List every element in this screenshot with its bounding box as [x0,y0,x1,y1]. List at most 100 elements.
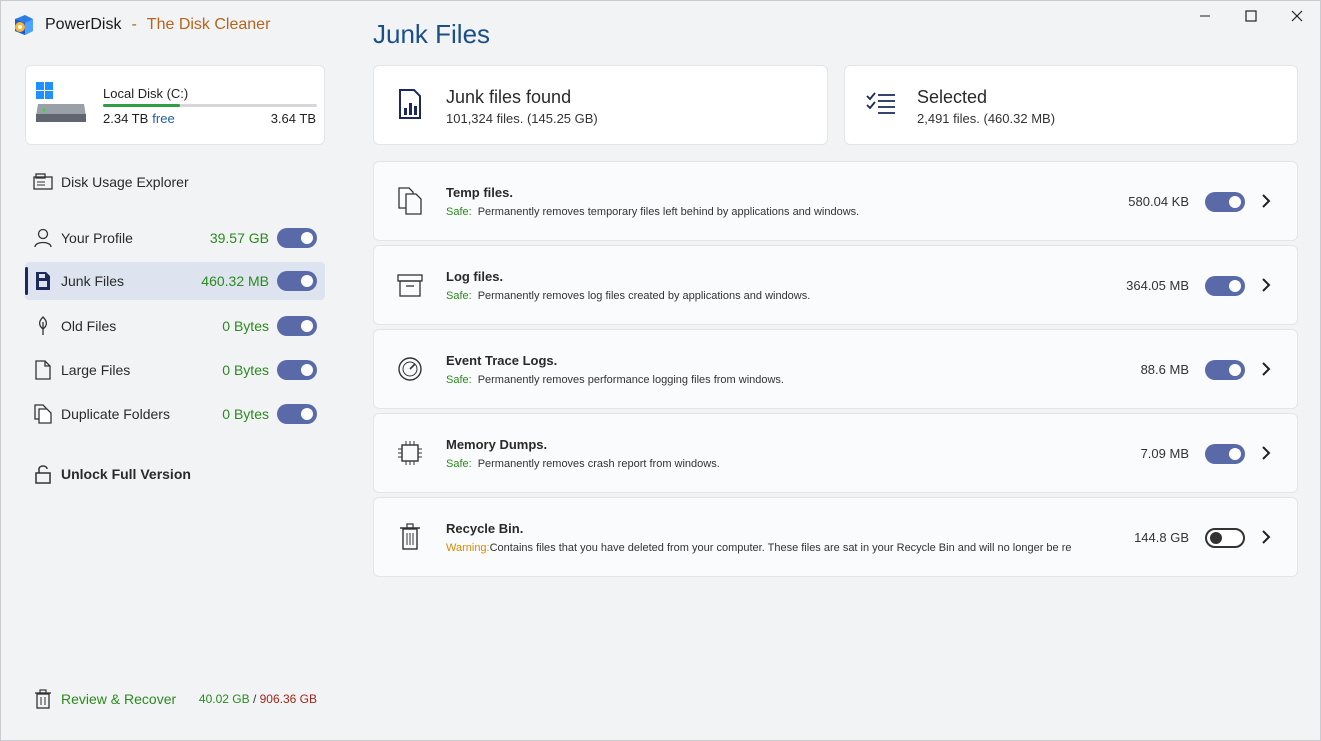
junk-row-size: 364.05 MB [1126,278,1189,293]
unlock-label: Unlock Full Version [61,466,191,482]
sidebar-item-old-files[interactable]: Old Files 0 Bytes [25,307,325,345]
large-files-toggle[interactable] [277,360,317,380]
junk-row-desc: Safe: Permanently removes temporary files… [446,206,1128,218]
sidebar-item-label: Junk Files [61,273,125,289]
minimize-icon [1200,15,1210,17]
sidebar-item-label: Your Profile [61,230,133,246]
review-label: Review & Recover [61,691,177,707]
sidebar-item-label: Old Files [61,318,117,334]
junk-row-title: Event Trace Logs. [446,353,558,368]
junk-row-size: 7.09 MB [1140,446,1189,461]
sidebar-item-junk-files[interactable]: Junk Files 460.32 MB [25,262,325,300]
log-files-toggle[interactable] [1205,276,1245,296]
disk-total: 3.64 TB [270,111,316,126]
junk-row-temp-files[interactable]: Temp files. Safe: Permanently removes tem… [373,161,1298,241]
junk-row-desc-text: Permanently removes crash report from wi… [477,458,720,470]
junk-found-sub: 101,324 files. (145.25 GB) [446,111,598,126]
duplicate-icon [33,404,53,424]
sidebar-item-size: 460.32 MB [201,273,269,289]
junk-row-title: Temp files. [446,185,513,200]
junk-row-desc: Warning:Contains files that you have del… [446,542,1128,554]
junk-row-status: Safe: [446,206,472,218]
app-brand: PowerDisk - The Disk Cleaner [11,11,270,39]
close-button[interactable] [1274,1,1320,31]
disk-free-word: free [152,111,175,126]
disk-free-value: 2.34 TB [103,111,149,126]
junk-row-desc: Safe: Permanently removes log files creat… [446,290,1128,302]
junk-row-desc: Safe: Permanently removes performance log… [446,374,1128,386]
junk-row-size: 580.04 KB [1128,194,1189,209]
junk-row-desc-text: Permanently removes temporary files left… [477,206,860,218]
report-icon [399,89,421,119]
junk-row-memory-dumps[interactable]: Memory Dumps. Safe: Permanently removes c… [373,413,1298,493]
review-recovered: 40.02 GB [198,692,250,706]
junk-files-toggle[interactable] [277,271,317,291]
junk-row-size: 88.6 MB [1140,362,1189,377]
file-icon [33,360,53,380]
junk-row-title: Recycle Bin. [446,521,524,536]
chevron-right-icon[interactable] [1259,190,1273,212]
selected-title: Selected [917,87,988,107]
disk-usage-bar [103,104,317,107]
sidebar-item-label: Disk Usage Explorer [61,174,189,190]
junk-row-event-trace-logs[interactable]: Event Trace Logs. Safe: Permanently remov… [373,329,1298,409]
trash-icon [33,689,53,709]
junk-found-card: Junk files found 101,324 files. (145.25 … [373,65,828,145]
app-name: PowerDisk [45,16,122,33]
duplicate-folders-toggle[interactable] [277,404,317,424]
old-files-icon [33,316,53,336]
close-icon [1291,10,1303,22]
hard-drive-icon [36,82,86,122]
sidebar-item-your-profile[interactable]: Your Profile 39.57 GB [25,219,325,257]
temp-files-icon [398,187,422,215]
disk-usage-bar-fill [103,104,181,107]
chip-icon [398,441,422,465]
recycle-bin-toggle[interactable] [1205,528,1245,548]
disk-label: Local Disk (C:) [103,86,189,101]
junk-row-recycle-bin[interactable]: Recycle Bin. Warning:Contains files that… [373,497,1298,577]
junk-row-desc-text: Permanently removes log files created by… [477,290,811,302]
chevron-right-icon[interactable] [1259,358,1273,380]
gauge-icon [398,357,422,381]
review-and-recover[interactable]: Review & Recover 40.02 GB / 906.36 GB [25,685,325,713]
junk-found-title: Junk files found [446,87,572,107]
sidebar-item-label: Duplicate Folders [61,406,170,422]
app-name-separator: - [131,16,137,33]
review-slash: / [252,692,257,706]
minimize-button[interactable] [1182,1,1228,31]
sidebar-item-size: 39.57 GB [209,230,269,246]
maximize-icon [1245,10,1257,22]
sidebar-item-duplicate-folders[interactable]: Duplicate Folders 0 Bytes [25,395,325,433]
sidebar-item-disk-usage-explorer[interactable]: Disk Usage Explorer [25,163,325,201]
temp-files-toggle[interactable] [1205,192,1245,212]
sidebar-item-large-files[interactable]: Large Files 0 Bytes [25,351,325,389]
disk-usage-icon [33,172,53,192]
person-icon [33,228,53,248]
page-title: Junk Files [373,19,491,49]
disk-card[interactable]: Local Disk (C:) 2.34 TB free 3.64 TB [25,65,325,145]
disk-free: 2.34 TB free [103,111,175,126]
unlock-full-version-button[interactable]: Unlock Full Version [25,455,325,493]
sidebar-item-label: Large Files [61,362,131,378]
lock-icon [33,464,53,484]
event-trace-logs-toggle[interactable] [1205,360,1245,380]
app-window: PowerDisk - The Disk Cleaner Local Disk … [0,0,1321,741]
junk-row-size: 144.8 GB [1134,530,1189,545]
junk-file-icon [33,271,53,291]
sidebar-item-size: 0 Bytes [222,406,269,422]
chevron-right-icon[interactable] [1259,526,1273,548]
junk-row-status: Safe: [446,290,472,302]
old-files-toggle[interactable] [277,316,317,336]
memory-dumps-toggle[interactable] [1205,444,1245,464]
junk-row-log-files[interactable]: Log files. Safe: Permanently removes log … [373,245,1298,325]
sidebar-item-size: 0 Bytes [222,362,269,378]
junk-row-status: Safe: [446,458,472,470]
junk-row-desc: Safe: Permanently removes crash report fr… [446,458,1128,470]
selected-sub: 2,491 files. (460.32 MB) [917,111,1056,126]
your-profile-toggle[interactable] [277,228,317,248]
checklist-icon [866,92,895,114]
chevron-right-icon[interactable] [1259,274,1273,296]
chevron-right-icon[interactable] [1259,442,1273,464]
selected-card: Selected 2,491 files. (460.32 MB) [844,65,1298,145]
maximize-button[interactable] [1228,1,1274,31]
